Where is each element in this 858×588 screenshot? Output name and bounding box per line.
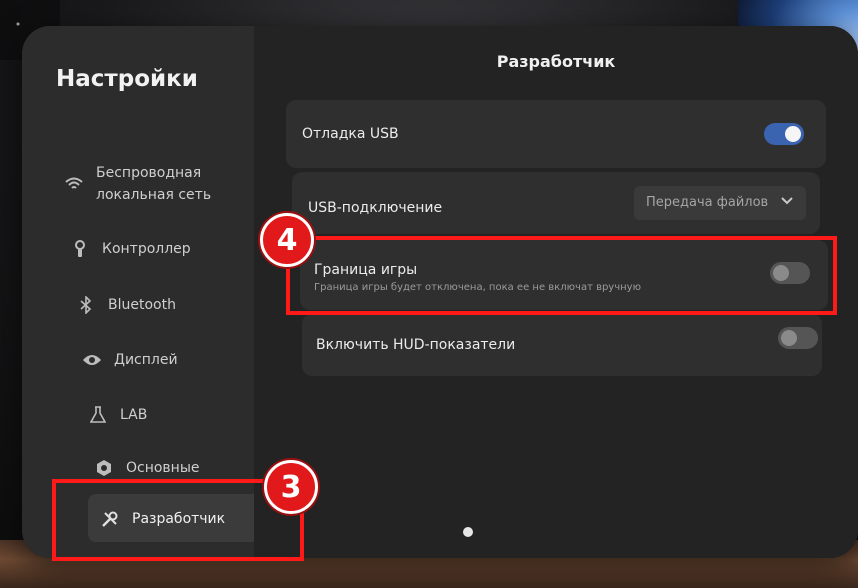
gear-icon — [94, 458, 114, 478]
wifi-icon — [64, 174, 84, 194]
sidebar-item-wifi[interactable]: Беспроводная локальная сеть — [64, 162, 211, 206]
bluetooth-icon — [76, 295, 96, 315]
sidebar-item-label: Контроллер — [102, 241, 191, 257]
usb-debug-label: Отладка USB — [302, 126, 399, 142]
sidebar-item-bluetooth[interactable]: Bluetooth — [76, 294, 176, 316]
usb-debug-toggle[interactable] — [764, 123, 804, 145]
sidebar-title: Настройки — [56, 66, 198, 92]
sidebar-item-lab[interactable]: LAB — [88, 404, 147, 426]
highlight-box-boundary — [286, 236, 837, 315]
chevron-down-icon — [780, 193, 794, 211]
dropdown-value: Передача файлов — [646, 195, 769, 210]
sidebar-item-label: Беспроводная локальная сеть — [96, 165, 212, 203]
sidebar-item-label: Основные — [126, 460, 200, 476]
page-indicator-dot — [463, 527, 473, 537]
sidebar-item-label: Дисплей — [114, 352, 178, 368]
hud-toggle[interactable] — [778, 327, 818, 349]
sidebar-item-label: LAB — [120, 407, 148, 423]
sidebar-item-label: Bluetooth — [108, 297, 176, 313]
page-title: Разработчик — [496, 52, 616, 71]
flask-icon — [88, 405, 108, 425]
usb-debug-row[interactable]: Отладка USB — [286, 100, 826, 168]
step-badge-3: 3 — [264, 460, 318, 514]
usb-connection-dropdown[interactable]: Передача файлов — [634, 186, 806, 220]
sidebar-item-display[interactable]: Дисплей — [82, 349, 178, 371]
step-badge-4: 4 — [260, 213, 314, 267]
hud-label: Включить HUD-показатели — [316, 337, 516, 353]
sidebar-item-general[interactable]: Основные — [94, 457, 200, 479]
controller-icon — [70, 239, 90, 259]
usb-connection-label: USB-подключение — [308, 200, 443, 216]
sidebar-item-controller[interactable]: Контроллер — [70, 238, 191, 260]
hud-row: Включить HUD-показатели — [302, 314, 822, 376]
usb-connection-row: USB-подключение Передача файлов — [292, 172, 820, 234]
eye-icon — [82, 350, 102, 370]
